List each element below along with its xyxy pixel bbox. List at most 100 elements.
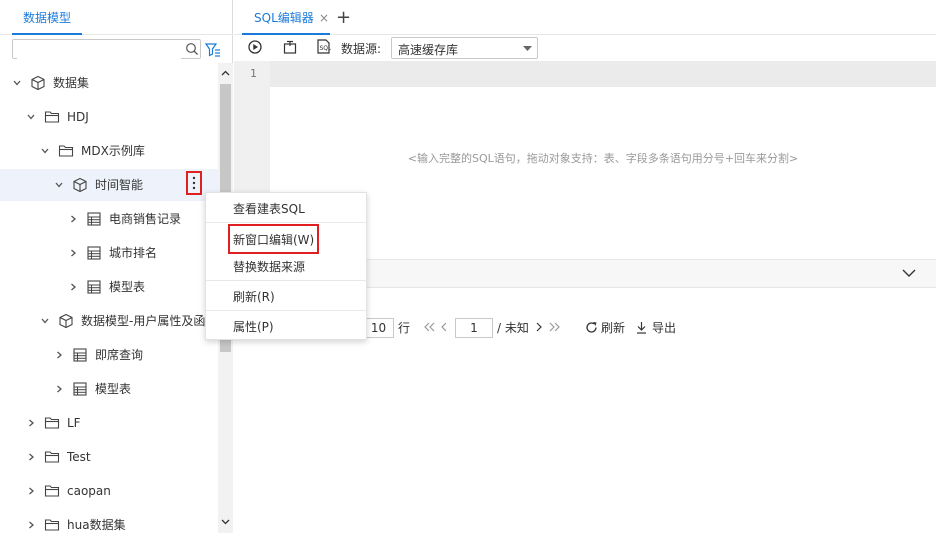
tree-node[interactable]: HDJ bbox=[0, 101, 218, 133]
menu-item-view-create-sql[interactable]: 查看建表SQL bbox=[206, 195, 366, 223]
tab-data-model[interactable]: 数据模型 bbox=[12, 0, 82, 35]
chevron-down-icon[interactable] bbox=[902, 269, 916, 278]
close-icon[interactable]: × bbox=[319, 0, 329, 36]
table-icon bbox=[72, 347, 88, 363]
first-page-icon[interactable] bbox=[424, 322, 436, 332]
tree-node-label: LF bbox=[67, 416, 81, 430]
rows-label: 行 bbox=[398, 321, 411, 335]
sql-editor-tab-label: SQL编辑器 bbox=[254, 11, 314, 25]
chevron-right-icon[interactable] bbox=[26, 486, 36, 496]
tree-node-label: 电商销售记录 bbox=[109, 212, 182, 226]
table-icon bbox=[86, 211, 102, 227]
last-page-icon[interactable] bbox=[548, 322, 560, 332]
table-icon bbox=[72, 381, 88, 397]
tree-node[interactable]: 城市排名 bbox=[0, 237, 218, 269]
menu-divider bbox=[206, 222, 366, 223]
chevron-right-icon[interactable] bbox=[26, 452, 36, 462]
prev-page-icon[interactable] bbox=[441, 322, 448, 332]
folder-icon bbox=[58, 143, 74, 159]
tree-node-label: 即席查询 bbox=[95, 348, 144, 362]
line-number: 1 bbox=[250, 67, 257, 80]
highlight-box bbox=[228, 224, 319, 254]
filter-icon[interactable] bbox=[205, 42, 221, 58]
tree-node[interactable]: 模型表 bbox=[0, 373, 218, 405]
tree-node-label: Test bbox=[67, 450, 91, 464]
format-icon[interactable] bbox=[283, 40, 297, 54]
menu-item-properties[interactable]: 属性(P) bbox=[206, 313, 366, 341]
chevron-right-icon[interactable] bbox=[68, 282, 78, 292]
chevron-down-icon[interactable] bbox=[12, 78, 22, 88]
page-number-input[interactable]: 1 bbox=[455, 318, 493, 338]
next-page-icon[interactable] bbox=[535, 322, 542, 332]
context-menu: 查看建表SQL 新窗口编辑(W) 替换数据来源 刷新(R) 属性(P) bbox=[205, 192, 367, 340]
tree-node[interactable]: MDX示例库 bbox=[0, 135, 218, 167]
tree-node-label: caopan bbox=[67, 484, 111, 498]
refresh-icon[interactable] bbox=[585, 321, 598, 334]
datasource-value: 高速缓存库 bbox=[398, 43, 459, 57]
chevron-down-icon[interactable] bbox=[26, 112, 36, 122]
download-icon[interactable] bbox=[636, 321, 647, 334]
tree-node-label: 时间智能 bbox=[95, 178, 144, 192]
more-actions-button[interactable] bbox=[186, 171, 202, 195]
menu-item-replace-datasource[interactable]: 替换数据来源 bbox=[206, 253, 366, 281]
cube-icon bbox=[72, 177, 88, 193]
search-field[interactable] bbox=[12, 39, 201, 59]
chevron-right-icon[interactable] bbox=[54, 350, 64, 360]
tree-node-label: 数据集 bbox=[53, 76, 90, 90]
menu-divider bbox=[206, 310, 366, 311]
editor-placeholder: <输入完整的SQL语句，拖动对象支持：表、字段多条语句用分号+回车来分割> bbox=[407, 152, 799, 165]
folder-icon bbox=[44, 517, 60, 533]
page-total: / 未知 bbox=[497, 321, 529, 335]
folder-icon bbox=[44, 483, 60, 499]
tree-node[interactable]: Test bbox=[0, 441, 218, 473]
table-icon bbox=[86, 279, 102, 295]
tree-node[interactable]: 数据模型-用户属性及函 bbox=[0, 305, 218, 337]
chevron-down-icon[interactable] bbox=[40, 146, 50, 156]
tree-node[interactable]: caopan bbox=[0, 475, 218, 507]
tree-node-label: hua数据集 bbox=[67, 518, 126, 532]
folder-icon bbox=[44, 109, 60, 125]
run-icon[interactable] bbox=[248, 40, 262, 54]
tab-sql-editor[interactable]: SQL编辑器 × bbox=[242, 0, 330, 35]
scroll-down-icon[interactable] bbox=[221, 519, 230, 525]
chevron-right-icon[interactable] bbox=[26, 418, 36, 428]
caret-down-icon bbox=[523, 46, 532, 52]
tree-node[interactable]: 电商销售记录 bbox=[0, 203, 218, 235]
tree-node[interactable]: 数据集 bbox=[0, 67, 218, 99]
current-line[interactable] bbox=[270, 61, 936, 87]
tree-node-label: 模型表 bbox=[95, 382, 132, 396]
menu-divider bbox=[206, 280, 366, 281]
tree-node-label: 城市排名 bbox=[109, 246, 158, 260]
chevron-right-icon[interactable] bbox=[68, 248, 78, 258]
cube-icon bbox=[58, 313, 74, 329]
folder-icon bbox=[44, 415, 60, 431]
sql-file-icon[interactable]: SQL bbox=[316, 39, 331, 54]
tree-node-label: HDJ bbox=[67, 110, 89, 124]
chevron-right-icon[interactable] bbox=[26, 520, 36, 530]
export-button[interactable]: 导出 bbox=[652, 319, 676, 336]
tree-node[interactable]: LF bbox=[0, 407, 218, 439]
table-icon bbox=[86, 245, 102, 261]
page-size-input[interactable]: 10 bbox=[364, 318, 394, 338]
chevron-down-icon[interactable] bbox=[40, 316, 50, 326]
refresh-button[interactable]: 刷新 bbox=[601, 319, 625, 336]
tree-node[interactable]: 模型表 bbox=[0, 271, 218, 303]
cube-icon bbox=[30, 75, 46, 91]
datasource-select[interactable]: 高速缓存库 bbox=[391, 37, 538, 59]
tree-node[interactable]: hua数据集 bbox=[0, 509, 218, 541]
tree-node[interactable]: 即席查询 bbox=[0, 339, 218, 371]
add-tab-icon[interactable]: + bbox=[336, 8, 351, 28]
chevron-right-icon[interactable] bbox=[54, 384, 64, 394]
svg-text:SQL: SQL bbox=[320, 45, 332, 52]
chevron-right-icon[interactable] bbox=[68, 214, 78, 224]
datasource-label: 数据源: bbox=[341, 42, 382, 56]
search-icon[interactable] bbox=[185, 42, 199, 56]
tree-node-label: 数据模型-用户属性及函 bbox=[81, 314, 206, 328]
menu-item-refresh[interactable]: 刷新(R) bbox=[206, 283, 366, 311]
chevron-down-icon[interactable] bbox=[54, 180, 64, 190]
editor-toolbar: SQL 数据源: 高速缓存库 bbox=[234, 35, 936, 60]
tree-node-label: MDX示例库 bbox=[81, 144, 145, 158]
scroll-up-icon[interactable] bbox=[221, 70, 230, 76]
tree-node-label: 模型表 bbox=[109, 280, 146, 294]
search-input[interactable] bbox=[17, 41, 181, 59]
